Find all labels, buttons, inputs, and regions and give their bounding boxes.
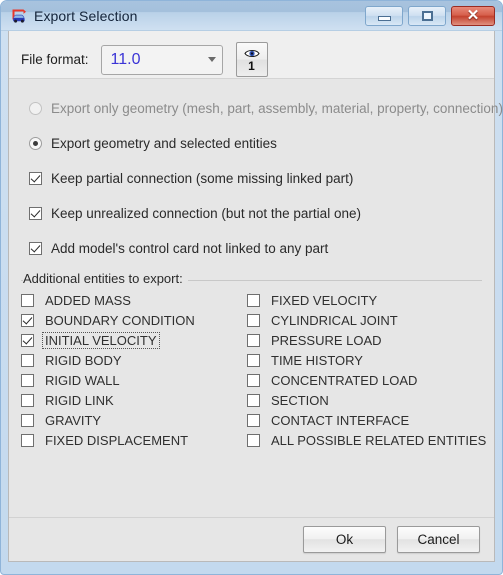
entity-label: CYLINDRICAL JOINT [271, 312, 398, 328]
entity-checkbox[interactable] [21, 333, 34, 347]
entity-row[interactable]: SECTION [247, 390, 482, 410]
window-title: Export Selection [34, 7, 138, 24]
option-label: Add model's control card not linked to a… [51, 240, 329, 256]
radio-option-0: Export only geometry (mesh, part, assemb… [29, 93, 503, 123]
entity-row[interactable]: PRESSURE LOAD [247, 330, 482, 350]
close-icon: ✕ [466, 7, 480, 24]
entity-row[interactable]: ALL POSSIBLE RELATED ENTITIES [247, 430, 486, 450]
export-options-list: Export only geometry (mesh, part, assemb… [9, 79, 503, 263]
chevron-down-icon [207, 57, 216, 62]
entity-label: INITIAL VELOCITY [42, 331, 160, 349]
checkbox-indicator[interactable] [29, 241, 42, 255]
radio-option-1[interactable]: Export geometry and selected entities [29, 128, 494, 158]
entity-checkbox[interactable] [247, 313, 260, 327]
checkbox-indicator[interactable] [29, 171, 42, 185]
entity-label: GRAVITY [45, 412, 102, 428]
entity-checkbox[interactable] [21, 373, 34, 387]
ok-button[interactable]: Ok [303, 526, 386, 553]
entity-label: PRESSURE LOAD [271, 332, 382, 348]
entity-checkbox[interactable] [21, 413, 34, 427]
entity-checkbox[interactable] [247, 353, 260, 367]
entity-label: FIXED DISPLACEMENT [45, 432, 189, 448]
group-title: Additional entities to export: [23, 271, 188, 286]
entity-checkbox[interactable] [247, 333, 260, 347]
title-bar[interactable]: Export Selection ✕ [1, 1, 502, 31]
minimize-button[interactable] [365, 5, 403, 26]
entity-checkbox[interactable] [247, 433, 260, 447]
entity-row[interactable]: FIXED VELOCITY [247, 290, 482, 310]
entity-checkbox[interactable] [247, 293, 260, 307]
entity-columns: ADDED MASS BOUNDARY CONDITION INITIAL VELO… [21, 279, 486, 450]
car-export-icon [10, 7, 28, 25]
entity-row[interactable]: ADDED MASS [21, 290, 247, 310]
entity-label: CONCENTRATED LOAD [271, 372, 418, 388]
close-button[interactable]: ✕ [451, 5, 495, 26]
file-format-label: File format: [21, 52, 89, 67]
option-label: Export geometry and selected entities [51, 135, 277, 151]
dialog-body: File format: 11.0 1 Export only geometry… [8, 31, 503, 562]
entity-label: ADDED MASS [45, 292, 131, 308]
entity-row[interactable]: RIGID BODY [21, 350, 247, 370]
checkbox-indicator[interactable] [29, 206, 42, 220]
entity-row[interactable]: CONTACT INTERFACE [247, 410, 482, 430]
cancel-button-label: Cancel [417, 532, 460, 547]
entity-checkbox[interactable] [247, 373, 260, 387]
entity-label: BOUNDARY CONDITION [45, 312, 195, 328]
radio-indicator [29, 101, 42, 115]
entity-label: ALL POSSIBLE RELATED ENTITIES [271, 432, 487, 448]
option-label: Export only geometry (mesh, part, assemb… [51, 100, 503, 116]
checkbox-option-3[interactable]: Keep unrealized connection (but not the … [29, 198, 494, 228]
window-controls: ✕ [365, 5, 498, 26]
entity-checkbox[interactable] [247, 393, 260, 407]
preview-count: 1 [248, 58, 255, 73]
ok-button-label: Ok [335, 532, 354, 547]
entity-label: RIGID BODY [45, 352, 122, 368]
entity-column-left: ADDED MASS BOUNDARY CONDITION INITIAL VELO… [21, 290, 247, 450]
cancel-button[interactable]: Cancel [397, 526, 480, 553]
file-format-row: File format: 11.0 1 [9, 31, 494, 79]
entity-label: CONTACT INTERFACE [271, 412, 410, 428]
maximize-icon [421, 10, 433, 21]
dialog-button-bar: Ok Cancel [9, 517, 494, 561]
entity-label: RIGID WALL [45, 372, 120, 388]
file-format-value: 11.0 [110, 50, 141, 68]
entity-row[interactable]: RIGID WALL [21, 370, 247, 390]
entity-label: SECTION [271, 392, 329, 408]
entity-row[interactable]: CONCENTRATED LOAD [247, 370, 482, 390]
export-selection-dialog: Export Selection ✕ File format: 11.0 1 E… [0, 0, 503, 575]
entity-row[interactable]: RIGID LINK [21, 390, 247, 410]
eye-icon [243, 49, 260, 57]
additional-entities-group: Additional entities to export: ADDED MAS… [21, 271, 486, 450]
entity-row[interactable]: GRAVITY [21, 410, 247, 430]
entity-column-right: FIXED VELOCITY CYLINDRICAL JOINT PRESSURE … [247, 290, 486, 450]
checkbox-option-2[interactable]: Keep partial connection (some missing li… [29, 163, 494, 193]
maximize-button[interactable] [408, 5, 446, 26]
entity-row[interactable]: BOUNDARY CONDITION [21, 310, 247, 330]
preview-button[interactable]: 1 [235, 42, 268, 77]
entity-row[interactable]: CYLINDRICAL JOINT [247, 310, 482, 330]
entity-checkbox[interactable] [21, 313, 34, 327]
option-label: Keep unrealized connection (but not the … [51, 205, 361, 221]
entity-label: TIME HISTORY [271, 352, 363, 368]
minimize-icon [377, 15, 391, 21]
entity-checkbox[interactable] [21, 293, 34, 307]
entity-label: RIGID LINK [45, 392, 114, 408]
entity-checkbox[interactable] [21, 353, 34, 367]
entity-checkbox[interactable] [21, 393, 34, 407]
entity-label: FIXED VELOCITY [271, 292, 378, 308]
checkbox-option-4[interactable]: Add model's control card not linked to a… [29, 233, 494, 263]
option-label: Keep partial connection (some missing li… [51, 170, 354, 186]
entity-row[interactable]: TIME HISTORY [247, 350, 482, 370]
entity-row[interactable]: FIXED DISPLACEMENT [21, 430, 247, 450]
entity-checkbox[interactable] [247, 413, 260, 427]
file-format-select[interactable]: 11.0 [100, 44, 223, 75]
entity-row[interactable]: INITIAL VELOCITY [21, 330, 247, 350]
entity-checkbox[interactable] [21, 433, 34, 447]
radio-indicator[interactable] [29, 136, 42, 150]
